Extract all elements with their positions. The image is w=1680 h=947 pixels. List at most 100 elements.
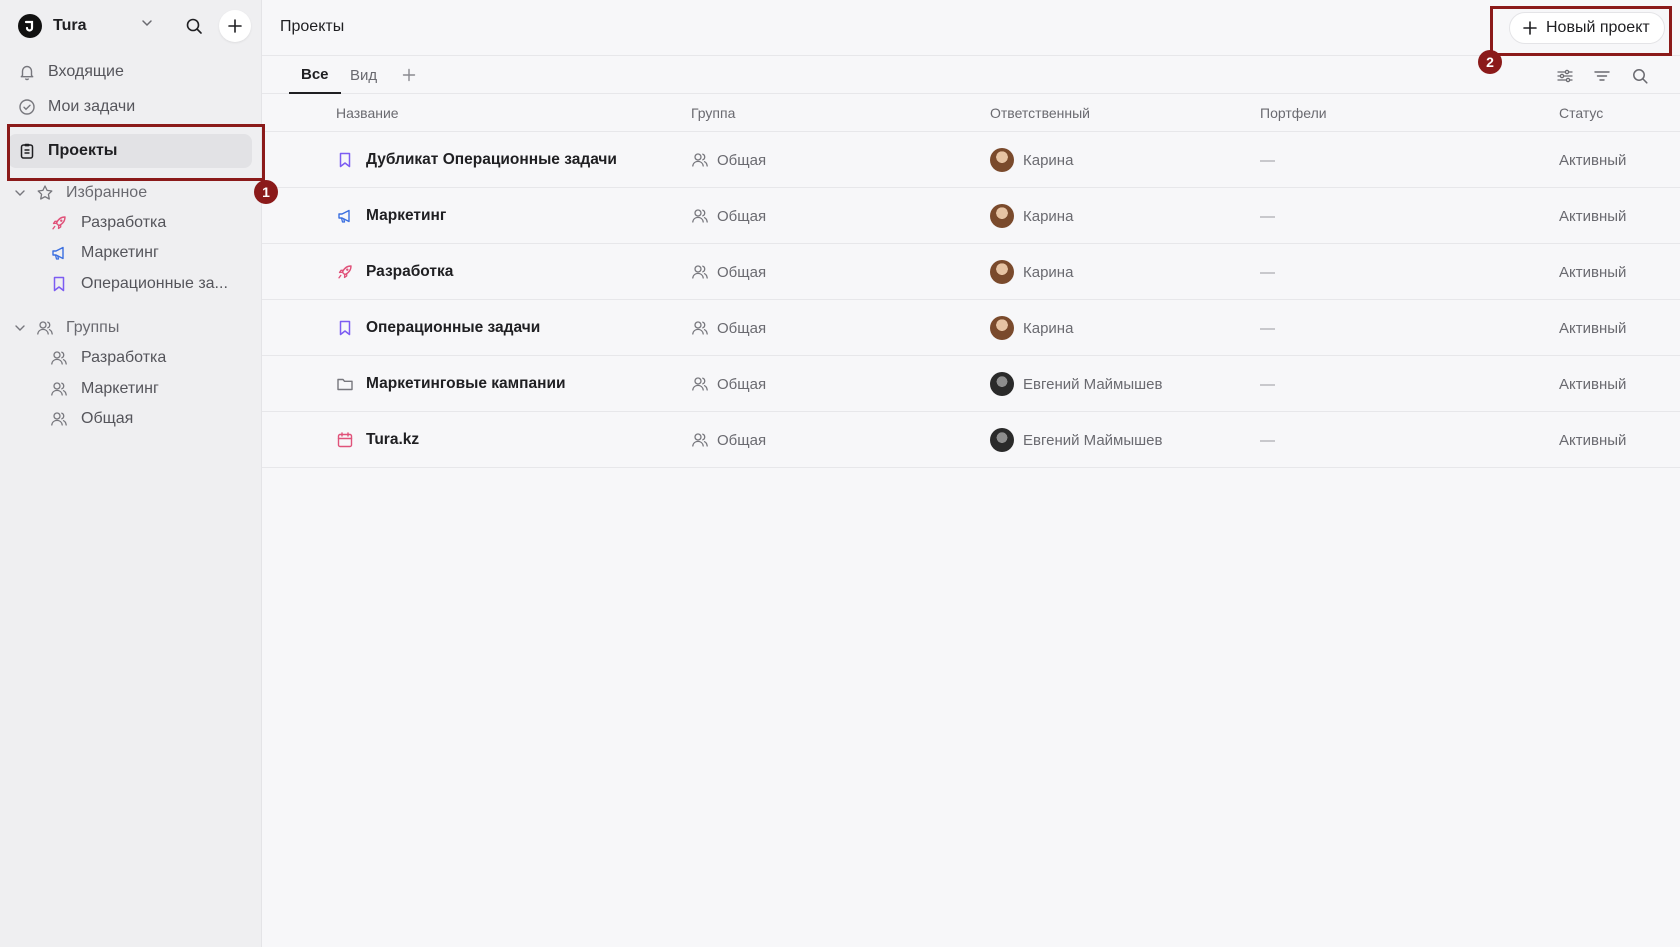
chevron-down-icon[interactable] <box>140 16 154 34</box>
nav-item-label: Мои задачи <box>48 98 136 115</box>
column-header-owner[interactable]: Ответственный <box>990 105 1090 121</box>
owner-name: Евгений Маймышев <box>1023 431 1163 449</box>
rocket-icon <box>336 263 354 281</box>
avatar <box>990 316 1014 340</box>
tab-all[interactable]: Все <box>289 56 341 94</box>
group-item[interactable]: Общая <box>50 405 250 433</box>
workspace-switcher[interactable]: Tura <box>18 10 254 42</box>
status-value: Активный <box>1559 319 1627 337</box>
megaphone-icon <box>336 207 354 225</box>
nav-item-inbox[interactable]: Входящие <box>8 55 252 89</box>
bookmark-icon <box>50 275 68 293</box>
calendar-icon <box>336 431 354 449</box>
table-header: Название Группа Ответственный Портфели С… <box>262 94 1680 132</box>
favorite-item[interactable]: Маркетинг <box>50 239 250 267</box>
column-header-group[interactable]: Группа <box>691 105 735 121</box>
avatar <box>990 148 1014 172</box>
workspace-logo-icon <box>18 14 42 38</box>
filter-icon[interactable] <box>1592 66 1612 86</box>
column-header-portfolio[interactable]: Портфели <box>1260 105 1327 121</box>
project-name[interactable]: Дубликат Операционные задачи <box>366 151 617 169</box>
tab-view[interactable]: Вид <box>350 56 377 94</box>
portfolio-value: — <box>1260 375 1275 393</box>
annotation-badge: 2 <box>1478 50 1502 74</box>
add-button[interactable] <box>219 10 251 42</box>
tab-label: Вид <box>350 66 378 84</box>
status-value: Активный <box>1559 263 1627 281</box>
owner-name: Карина <box>1023 151 1074 169</box>
group-item[interactable]: Маркетинг <box>50 375 250 403</box>
portfolio-value: — <box>1260 431 1275 449</box>
project-name[interactable]: Маркетинговые кампании <box>366 375 566 393</box>
check-circle-icon <box>18 98 36 116</box>
favorite-item-label: Маркетинг <box>81 244 159 261</box>
table-row[interactable]: Операционные задачи Общая Карина — Актив… <box>262 300 1680 356</box>
group-name: Общая <box>717 319 767 337</box>
group-name: Общая <box>717 431 767 449</box>
folder-icon <box>336 375 354 393</box>
table-row[interactable]: Дубликат Операционные задачи Общая Карин… <box>262 132 1680 188</box>
status-value: Активный <box>1559 431 1627 449</box>
users-icon <box>691 263 709 281</box>
add-tab-icon[interactable] <box>400 66 418 84</box>
favorites-section-header[interactable]: Избранное <box>14 179 147 207</box>
portfolio-value: — <box>1260 319 1275 337</box>
group-item-label: Разработка <box>81 349 167 366</box>
nav-item-my-tasks[interactable]: Мои задачи <box>8 90 252 124</box>
search-icon[interactable] <box>1630 66 1650 86</box>
group-item[interactable]: Разработка <box>50 344 250 372</box>
groups-title: Группы <box>66 319 120 336</box>
column-header-name[interactable]: Название <box>336 105 399 121</box>
groups-section-header[interactable]: Группы <box>14 314 119 342</box>
portfolio-value: — <box>1260 263 1275 281</box>
users-icon <box>691 375 709 393</box>
owner-name: Евгений Маймышев <box>1023 375 1163 393</box>
users-icon <box>691 431 709 449</box>
star-icon <box>36 184 58 202</box>
annotation-badge: 1 <box>254 180 278 204</box>
owner-name: Карина <box>1023 319 1074 337</box>
project-name[interactable]: Операционные задачи <box>366 319 540 337</box>
table-row[interactable]: Tura.kz Общая Евгений Маймышев — Активны… <box>262 412 1680 468</box>
users-icon <box>691 151 709 169</box>
bell-icon <box>18 63 36 81</box>
tab-label: Все <box>301 65 329 83</box>
favorite-item[interactable]: Операционные за... <box>50 270 250 298</box>
portfolio-value: — <box>1260 207 1275 225</box>
users-icon <box>691 207 709 225</box>
page-title: Проекты <box>280 18 345 35</box>
table-row[interactable]: Маркетинговые кампании Общая Евгений Май… <box>262 356 1680 412</box>
project-name[interactable]: Маркетинг <box>366 207 446 225</box>
avatar <box>990 428 1014 452</box>
annotation-box-projects <box>7 124 265 181</box>
favorite-item-label: Разработка <box>81 214 167 231</box>
chevron-down-icon <box>14 187 32 199</box>
table-row[interactable]: Разработка Общая Карина — Активный <box>262 244 1680 300</box>
group-name: Общая <box>717 207 767 225</box>
chevron-down-icon <box>14 322 32 334</box>
annotation-box-new-project <box>1490 6 1672 56</box>
group-name: Общая <box>717 375 767 393</box>
project-name[interactable]: Разработка <box>366 263 453 281</box>
project-name[interactable]: Tura.kz <box>366 431 419 449</box>
workspace-name: Tura <box>53 17 87 34</box>
search-icon[interactable] <box>182 14 206 38</box>
status-value: Активный <box>1559 375 1627 393</box>
group-item-label: Общая <box>81 410 134 427</box>
avatar <box>990 260 1014 284</box>
group-name: Общая <box>717 151 767 169</box>
favorite-item[interactable]: Разработка <box>50 209 250 237</box>
rocket-icon <box>50 214 68 232</box>
column-header-status[interactable]: Статус <box>1559 105 1603 121</box>
table-row[interactable]: Маркетинг Общая Карина — Активный <box>262 188 1680 244</box>
status-value: Активный <box>1559 151 1627 169</box>
sliders-icon[interactable] <box>1555 66 1575 86</box>
avatar <box>990 372 1014 396</box>
owner-name: Карина <box>1023 207 1074 225</box>
megaphone-icon <box>50 244 68 262</box>
nav-item-label: Входящие <box>48 63 124 80</box>
view-tabs: Все Вид <box>262 56 1680 94</box>
favorites-title: Избранное <box>66 184 148 201</box>
users-icon <box>50 380 68 398</box>
top-bar: Проекты Новый проект <box>262 0 1680 56</box>
